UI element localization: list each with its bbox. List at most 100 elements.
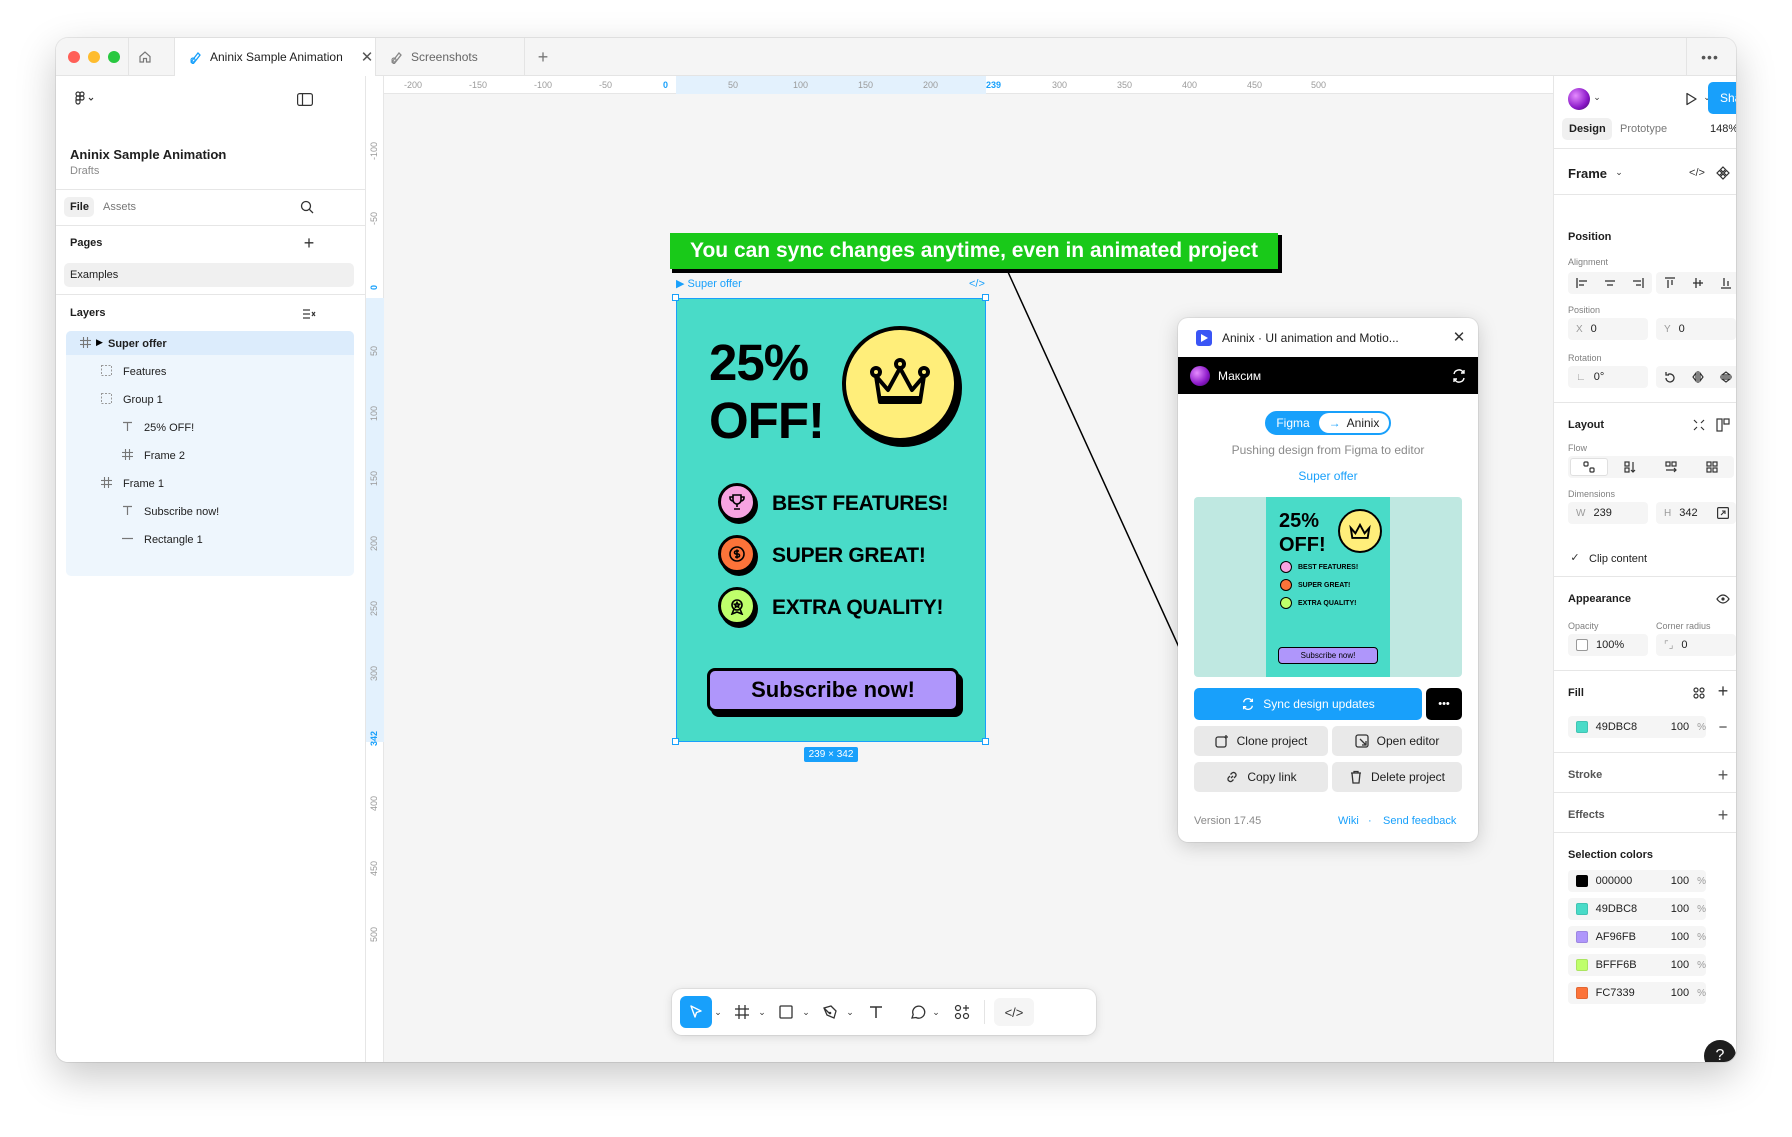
chevron-down-icon[interactable]: ⌄ [800, 1003, 812, 1021]
chevron-down-icon[interactable]: ⌄ [212, 146, 226, 160]
frame-tool-icon[interactable] [732, 1002, 752, 1022]
add-stroke-icon[interactable]: + [1714, 765, 1732, 785]
resize-icon[interactable] [1716, 506, 1730, 520]
minimize-window-button[interactable] [88, 51, 100, 63]
new-tab-icon[interactable]: + [534, 47, 552, 67]
close-window-button[interactable] [68, 51, 80, 63]
more-icon[interactable]: ••• [1698, 48, 1722, 66]
selected-frame-link[interactable]: Super offer [1178, 470, 1478, 482]
layer-row[interactable]: Frame 1 [68, 469, 352, 497]
grid-flow-icon[interactable] [1706, 461, 1718, 473]
rotation-input[interactable]: ∟ 0° [1568, 366, 1648, 388]
caret-right-icon[interactable]: ▶ [96, 337, 103, 348]
file-name[interactable]: Aninix Sample Animation [70, 148, 226, 161]
chevron-down-icon[interactable]: ⌄ [756, 1003, 768, 1021]
help-button[interactable]: ? [1704, 1040, 1736, 1062]
text-tool-icon[interactable] [866, 1002, 886, 1022]
zoom-window-button[interactable] [108, 51, 120, 63]
copy-link-button[interactable]: Copy link [1194, 762, 1328, 792]
avatar[interactable] [1190, 366, 1210, 386]
add-page-icon[interactable]: + [300, 233, 318, 253]
wiki-link[interactable]: Wiki [1338, 816, 1359, 827]
layer-row[interactable]: Subscribe now! [68, 497, 352, 525]
clone-project-button[interactable]: Clone project [1194, 726, 1328, 756]
selection-color-row[interactable]: 49DBC8 100% [1568, 898, 1706, 920]
chevron-down-icon[interactable]: ⌄ [712, 1003, 724, 1021]
zoom-level[interactable]: 148% [1710, 124, 1736, 135]
y-input[interactable]: Y0 [1656, 318, 1736, 340]
selection-color-row[interactable]: FC7339 100% [1568, 982, 1706, 1004]
delete-project-button[interactable]: Delete project [1332, 762, 1462, 792]
plugin-description: Pushing design from Figma to editor [1231, 443, 1425, 457]
avatar[interactable] [1568, 88, 1590, 110]
auto-layout-icon[interactable] [1714, 416, 1732, 434]
align-middle-icon [1693, 278, 1703, 288]
layer-row[interactable]: ▶ Super offer [68, 329, 352, 357]
x-input[interactable]: X0 [1568, 318, 1648, 340]
chevron-down-icon[interactable]: ⌄ [1614, 165, 1624, 179]
switch-account-icon[interactable] [1450, 367, 1468, 385]
resize-to-fit-icon[interactable] [1690, 416, 1708, 434]
actions-tool-icon[interactable] [952, 1002, 972, 1022]
super-offer-frame[interactable]: 25% OFF! Subscribe now! BEST FEATURES! SU… [676, 298, 986, 742]
tab-aninix-sample-animation[interactable]: Aninix Sample Animation ✕ [175, 38, 375, 76]
color-opacity: 100 [1670, 959, 1690, 971]
layer-row[interactable]: Features [68, 357, 352, 385]
open-editor-button[interactable]: Open editor [1332, 726, 1462, 756]
figma-menu-icon[interactable] [68, 88, 100, 110]
fill-color-input[interactable]: 49DBC8 100 % [1568, 716, 1706, 738]
add-effect-icon[interactable]: + [1714, 805, 1732, 825]
opacity-input[interactable]: 100% [1568, 634, 1648, 656]
ruler-tick-label: 200 [923, 80, 939, 90]
share-button[interactable]: Share [1708, 82, 1736, 114]
tab-assets[interactable]: Assets [103, 202, 136, 213]
right-sidebar: ⌄ ⌄ Share Design Prototype 148% ⌄ Frame … [1553, 76, 1736, 1062]
more-actions-button[interactable]: ••• [1426, 688, 1462, 720]
selection-color-row[interactable]: BFFF6B 100% [1568, 954, 1706, 976]
horizontal-flow-icon[interactable] [1665, 461, 1677, 473]
vertical-flow-icon[interactable] [1624, 461, 1636, 473]
sync-design-updates-button[interactable]: Sync design updates [1194, 688, 1422, 720]
layer-row[interactable]: Rectangle 1 [68, 525, 352, 553]
pen-tool-icon[interactable] [820, 1002, 840, 1022]
badge-icon [718, 587, 756, 625]
send-feedback-link[interactable]: Send feedback [1383, 816, 1456, 827]
width-input[interactable]: W 239 [1568, 502, 1648, 524]
styles-icon[interactable] [1690, 684, 1708, 702]
home-icon[interactable] [136, 48, 154, 66]
add-fill-icon[interactable]: + [1714, 681, 1732, 701]
layer-row[interactable]: Frame 2 [68, 441, 352, 469]
sidebar-toggle-icon[interactable] [296, 90, 314, 108]
effects-title: Effects [1568, 809, 1605, 821]
clip-content-checkbox[interactable]: ✓ [1568, 550, 1582, 564]
selection-color-row[interactable]: AF96FB 100% [1568, 926, 1706, 948]
eye-icon[interactable] [1714, 590, 1732, 608]
canvas[interactable]: ▶ Super offer </> 25% OFF! Subscribe now… [366, 76, 1553, 1062]
search-icon[interactable] [298, 198, 316, 216]
comment-tool-icon[interactable] [908, 1002, 928, 1022]
corner-radius-input[interactable]: ⌜⌟ 0 [1656, 634, 1736, 656]
present-icon[interactable] [1682, 90, 1700, 108]
close-icon[interactable]: ✕ [1452, 329, 1466, 346]
frame-type[interactable]: Frame [1568, 167, 1607, 180]
chevron-down-icon[interactable]: ⌄ [1592, 90, 1602, 104]
tab-screenshots[interactable]: Screenshots [376, 38, 516, 76]
chevron-down-icon[interactable]: ⌄ [844, 1003, 856, 1021]
close-tab-icon[interactable]: ✕ [361, 50, 374, 65]
component-icon[interactable] [1714, 164, 1732, 182]
layer-row[interactable]: Group 1 [68, 385, 352, 413]
dev-mode-toggle[interactable]: </> [994, 998, 1034, 1026]
chevron-down-icon[interactable]: ⌄ [930, 1003, 942, 1021]
selection-color-row[interactable]: 000000 100% [1568, 870, 1706, 892]
dev-mode-icon[interactable]: </> [969, 279, 985, 290]
code-icon[interactable]: </> [1688, 164, 1706, 182]
move-tool-icon[interactable] [680, 996, 712, 1028]
collapse-layers-icon[interactable] [300, 306, 318, 322]
subscribe-button[interactable]: Subscribe now! [707, 668, 959, 712]
frame-label[interactable]: ▶ Super offer [676, 279, 742, 290]
remove-fill-icon[interactable]: − [1714, 718, 1732, 736]
tab-prototype[interactable]: Prototype [1620, 124, 1667, 135]
ruler-tick-label: 400 [1182, 80, 1198, 90]
layer-row[interactable]: 25% OFF! [68, 413, 352, 441]
rectangle-tool-icon[interactable] [776, 1002, 796, 1022]
